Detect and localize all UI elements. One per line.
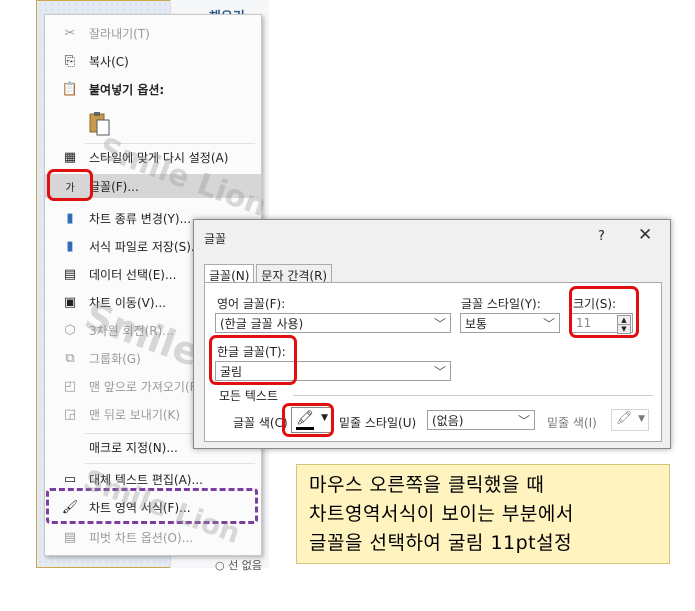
chevron-down-icon: ﹀ (542, 317, 555, 331)
pivot-icon: ▤ (63, 529, 77, 545)
chevron-down-icon: ﹀ (517, 414, 530, 428)
close-button[interactable]: ✕ (638, 225, 652, 245)
scissors-icon: ✂ (64, 25, 76, 41)
menu-item-pivot-options[interactable]: ▤ 피벗 차트 옵션(O)... (45, 525, 261, 549)
chevron-down-icon: ﹀ (433, 317, 446, 331)
menu-item-copy[interactable]: ⎘ 복사(C) (45, 49, 261, 73)
reset-style-icon: ▦ (63, 149, 77, 165)
menu-item-cut[interactable]: ✂ 잘라내기(T) (45, 21, 261, 45)
note-line: 글꼴을 선택하여 굴림 11pt설정 (309, 532, 573, 554)
font-style-combo[interactable]: 보통 ﹀ (460, 313, 560, 333)
group-icon: ⧉ (65, 350, 75, 366)
help-button[interactable]: ? (598, 229, 605, 244)
chevron-down-icon: ▼ (638, 414, 645, 424)
underline-style-combo[interactable]: (없음) ﹀ (427, 410, 535, 430)
font-style-label: 글꼴 스타일(Y): (461, 297, 541, 311)
all-text-section-label: 모든 텍스트 (219, 389, 279, 403)
latin-font-combo[interactable]: (한글 글꼴 사용) ﹀ (215, 313, 451, 333)
note-line: 마우스 오른쪽을 클릭했을 때 (309, 474, 545, 496)
send-back-icon: ◲ (63, 406, 77, 422)
menu-item-reset-style[interactable]: ▦ 스타일에 맞게 다시 설정(A) (45, 145, 261, 169)
font-item-highlight-box (47, 169, 93, 201)
select-data-icon: ▤ (63, 266, 77, 282)
latin-font-label: 영어 글꼴(F): (217, 297, 286, 311)
chevron-down-icon: ﹀ (433, 365, 446, 379)
menu-item-paste-options: 📋 붙여넣기 옵션: (61, 81, 165, 97)
note-line: 차트영역서식이 보이는 부분에서 (309, 503, 574, 525)
chart-type-icon: ▮ (66, 210, 74, 226)
underline-color-label: 밑줄 색(I) (547, 416, 597, 430)
paste-icon: 📋 (61, 81, 79, 97)
paint-bucket-icon: 🖍 (616, 411, 633, 426)
alt-text-icon: ▭ (63, 471, 77, 487)
hangul-font-highlight-box (209, 335, 297, 385)
rotate-3d-icon: ⬡ (64, 322, 76, 338)
size-highlight-box (569, 286, 639, 338)
underline-style-label: 밑줄 스타일(U) (339, 416, 417, 430)
underline-color-button[interactable]: 🖍 ▼ (611, 409, 649, 431)
save-template-icon: ▮ (66, 238, 74, 254)
copy-icon: ⎘ (64, 53, 76, 69)
paste-clipboard-icon[interactable] (89, 111, 111, 137)
move-chart-icon: ▣ (63, 294, 77, 310)
format-area-dashed-box (46, 488, 258, 524)
dialog-title: 글꼴 (204, 232, 227, 246)
bring-front-icon: ◰ (63, 378, 77, 394)
no-line-radio[interactable]: ○ 선 없음 (215, 557, 262, 573)
font-color-highlight-box (282, 403, 334, 437)
section-divider (293, 395, 653, 396)
instruction-note: 마우스 오른쪽을 클릭했을 때 차트영역서식이 보이는 부분에서 글꼴을 선택하… (296, 464, 670, 564)
font-color-label: 글꼴 색(C) (233, 416, 288, 430)
